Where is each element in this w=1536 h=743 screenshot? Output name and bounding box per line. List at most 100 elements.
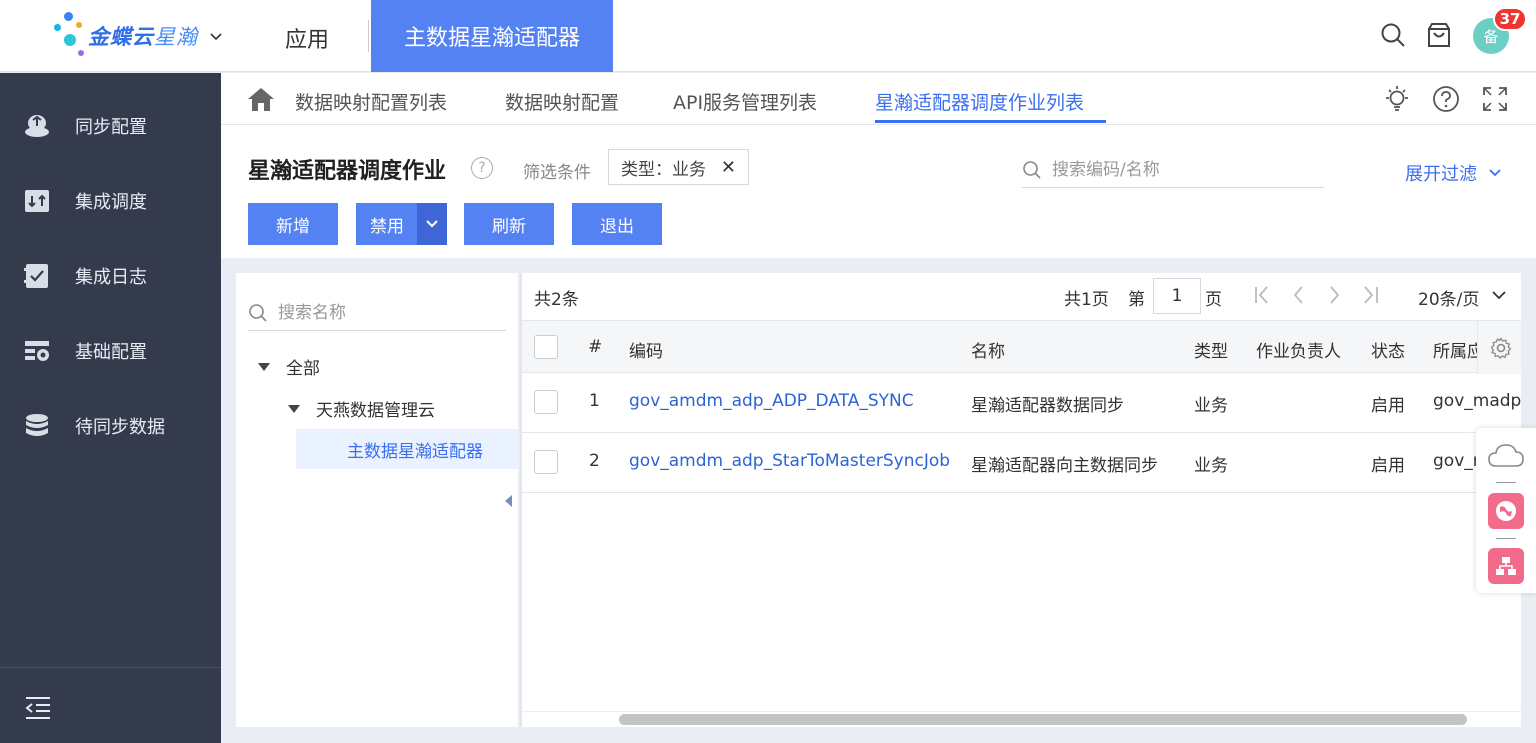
filter-chip[interactable]: 类型：业务 ✕ xyxy=(608,149,749,185)
chevron-down-icon[interactable] xyxy=(208,28,224,44)
page-number-input[interactable] xyxy=(1153,278,1201,314)
sidebar-item-sync-config[interactable]: 同步配置 xyxy=(0,101,221,151)
table-row[interactable]: 1 gov_amdm_adp_ADP_DATA_SYNC 星瀚适配器数据同步 业… xyxy=(522,373,1521,433)
page-size-select[interactable]: 20条/页 xyxy=(1418,285,1479,310)
filter-chip-label: 类型：业务 xyxy=(621,159,706,180)
refresh-button[interactable]: 刷新 xyxy=(464,203,554,245)
search-icon[interactable] xyxy=(1378,20,1408,50)
sidebar-item-log[interactable]: 集成日志 xyxy=(0,251,221,301)
tab-scheduler-job-list[interactable]: 星瀚适配器调度作业列表 xyxy=(875,88,1084,115)
exit-button[interactable]: 退出 xyxy=(572,203,662,245)
disable-dropdown-button[interactable] xyxy=(417,203,447,245)
col-index: # xyxy=(588,337,603,357)
sidebar-item-label: 集成调度 xyxy=(75,192,147,213)
scrollbar-thumb[interactable] xyxy=(619,714,1467,725)
sidebar-item-label: 基础配置 xyxy=(75,342,147,363)
logo-mark xyxy=(50,12,86,60)
brand-logo[interactable]: 金蝶云星瀚 xyxy=(50,12,250,60)
base-config-icon xyxy=(22,336,52,366)
brand-name: 金蝶云星瀚 xyxy=(88,25,198,49)
tab-mapping-config-list[interactable]: 数据映射配置列表 xyxy=(295,88,447,115)
chevron-down-icon[interactable] xyxy=(1488,284,1510,306)
lightbulb-icon[interactable] xyxy=(1383,85,1411,113)
app-menu[interactable]: 应用 xyxy=(285,22,329,54)
search-icon xyxy=(249,303,267,322)
sidebar-item-schedule[interactable]: 集成调度 xyxy=(0,176,221,226)
pages-total: 共1页 xyxy=(1064,290,1109,310)
first-page-icon[interactable] xyxy=(1252,284,1274,306)
add-button[interactable]: 新增 xyxy=(248,203,338,245)
sidebar-item-pending-data[interactable]: 待同步数据 xyxy=(0,401,221,451)
cell-type: 业务 xyxy=(1194,396,1228,416)
col-code[interactable]: 编码 xyxy=(629,337,663,362)
table-row[interactable]: 2 gov_amdm_adp_StarToMasterSyncJob 星瀚适配器… xyxy=(522,433,1521,493)
tree-panel: 全部 天燕数据管理云 主数据星瀚适配器 xyxy=(236,273,518,727)
notification-badge: 37 xyxy=(1493,7,1527,31)
help-icon[interactable] xyxy=(1432,85,1460,113)
divider xyxy=(368,20,369,52)
tree-node-cloud[interactable]: 天燕数据管理云 xyxy=(288,396,435,421)
tab-bar: 数据映射配置列表 数据映射配置 API服务管理列表 星瀚适配器调度作业列表 xyxy=(221,73,1536,125)
tree-node-label: 天燕数据管理云 xyxy=(316,401,435,421)
prev-page-icon[interactable] xyxy=(1288,284,1310,306)
table-header: # 编码 名称 类型 作业负责人 状态 所属应 xyxy=(522,320,1521,374)
record-count: 共2条 xyxy=(534,290,579,310)
cell-status: 启用 xyxy=(1371,396,1405,416)
cell-code-link[interactable]: gov_amdm_adp_StarToMasterSyncJob xyxy=(629,451,950,471)
col-owner[interactable]: 作业负责人 xyxy=(1256,337,1341,362)
cell-name: 星瀚适配器向主数据同步 xyxy=(971,456,1158,476)
expand-filter-label: 展开过滤 xyxy=(1405,164,1477,185)
tab-mapping-config[interactable]: 数据映射配置 xyxy=(505,88,619,115)
tree-search xyxy=(248,295,506,331)
sidebar-item-base-config[interactable]: 基础配置 xyxy=(0,326,221,376)
col-status[interactable]: 状态 xyxy=(1371,337,1405,362)
filter-label: 筛选条件 xyxy=(523,163,591,183)
tree-search-input[interactable] xyxy=(278,302,498,323)
page-prefix: 第 xyxy=(1128,290,1145,310)
fullscreen-icon[interactable] xyxy=(1481,85,1509,113)
active-tab-indicator xyxy=(875,120,1106,123)
col-name[interactable]: 名称 xyxy=(971,337,1005,362)
last-page-icon[interactable] xyxy=(1360,284,1382,306)
disable-button[interactable]: 禁用 xyxy=(356,203,418,245)
cell-status: 启用 xyxy=(1371,456,1405,476)
expand-filter-button[interactable]: 展开过滤 xyxy=(1405,160,1503,186)
row-checkbox[interactable] xyxy=(534,390,558,414)
close-icon[interactable]: ✕ xyxy=(721,157,736,178)
row-checkbox[interactable] xyxy=(534,450,558,474)
database-icon xyxy=(22,411,52,441)
floating-toolbar xyxy=(1476,428,1536,593)
col-type[interactable]: 类型 xyxy=(1194,337,1228,362)
page-suffix: 页 xyxy=(1205,290,1222,310)
next-page-icon[interactable] xyxy=(1323,284,1345,306)
tree-node-label: 全部 xyxy=(286,359,320,379)
org-chart-icon[interactable] xyxy=(1488,548,1524,584)
select-all-checkbox[interactable] xyxy=(534,335,558,359)
globe-icon[interactable] xyxy=(1488,493,1524,529)
search-input[interactable] xyxy=(1052,159,1312,180)
sync-config-icon xyxy=(22,111,52,141)
collapse-menu-icon[interactable] xyxy=(24,693,52,721)
app-tab-active[interactable]: 主数据星瀚适配器 xyxy=(371,0,613,72)
tab-api-service-list[interactable]: API服务管理列表 xyxy=(673,88,817,115)
cell-index: 1 xyxy=(589,391,600,411)
sidebar: 同步配置 集成调度 集成日志 基础配置 待同步数据 xyxy=(0,73,221,743)
divider xyxy=(1496,482,1516,483)
sidebar-item-label: 集成日志 xyxy=(75,267,147,288)
expand-triangle-icon[interactable] xyxy=(288,404,300,413)
cell-index: 2 xyxy=(589,451,600,471)
cloud-icon[interactable] xyxy=(1487,442,1525,474)
help-icon[interactable]: ? xyxy=(471,157,493,179)
tree-node-root[interactable]: 全部 xyxy=(258,354,320,379)
gear-icon[interactable] xyxy=(1477,321,1521,374)
expand-triangle-icon[interactable] xyxy=(258,362,270,371)
chevron-down-icon xyxy=(426,220,438,228)
tree-node-selected[interactable]: 主数据星瀚适配器 xyxy=(296,429,518,469)
cell-code-link[interactable]: gov_amdm_adp_ADP_DATA_SYNC xyxy=(629,391,914,411)
shopping-bag-icon[interactable] xyxy=(1424,20,1454,50)
home-icon[interactable] xyxy=(247,86,275,112)
page-header: 星瀚适配器调度作业 ? 筛选条件 类型：业务 ✕ 展开过滤 新增 禁用 刷新 退… xyxy=(221,125,1536,258)
top-bar: 金蝶云星瀚 应用 主数据星瀚适配器 备 37 xyxy=(0,0,1536,72)
cell-type: 业务 xyxy=(1194,456,1228,476)
horizontal-scrollbar[interactable] xyxy=(522,711,1521,727)
